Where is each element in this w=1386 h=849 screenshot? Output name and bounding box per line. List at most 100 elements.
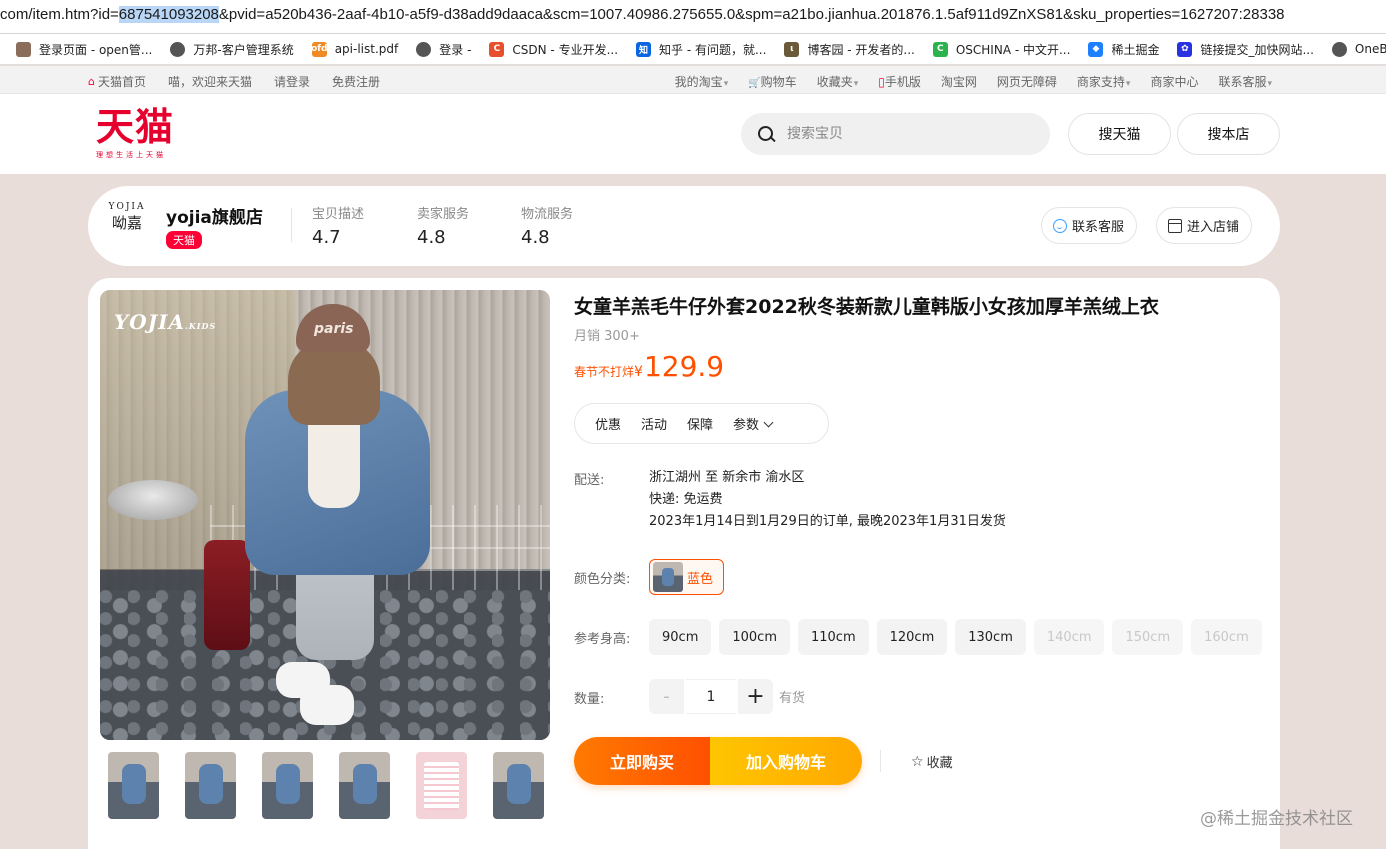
add-to-cart-button[interactable]: 加入购物车 xyxy=(710,737,862,785)
buy-now-button[interactable]: 立即购买 xyxy=(574,737,710,785)
shipping-note: 2023年1月14日到1月29日的订单, 最晚2023年1月31日发货 xyxy=(649,514,1006,529)
baidu-icon: ✿ xyxy=(1177,41,1193,57)
topnav-link[interactable]: 网页无障碍 xyxy=(997,73,1057,90)
product-main-image[interactable]: paris YOJIA.KIDS xyxy=(100,290,550,740)
thumbnail[interactable] xyxy=(416,752,467,819)
bookmark-label: OneBou xyxy=(1354,42,1386,56)
thumbnail[interactable] xyxy=(339,752,390,819)
bookmark-item[interactable]: 登录页面 - open管... xyxy=(16,41,152,58)
search-tmall-button[interactable]: 搜天猫 xyxy=(1068,113,1171,155)
search-icon xyxy=(757,125,775,143)
bookmark-item[interactable]: 登录 - xyxy=(416,41,471,58)
search-input[interactable] xyxy=(787,126,1007,142)
zhihu-icon: 知 xyxy=(636,41,652,57)
topnav-link[interactable]: 我的淘宝▾ xyxy=(675,73,729,90)
thumbnail[interactable] xyxy=(493,752,544,819)
price-value: 129.9 xyxy=(643,350,725,383)
bookmark-item[interactable]: ✿ 链接提交_加快网站... xyxy=(1177,41,1314,58)
topnav-link[interactable]: 商家中心 xyxy=(1150,73,1198,90)
thumbnail[interactable] xyxy=(262,752,313,819)
bookmark-item[interactable]: C CSDN - 专业开发... xyxy=(489,41,618,58)
bookmark-label: api-list.pdf xyxy=(334,42,399,56)
bookmark-item[interactable]: C OSCHINA - 中文开... xyxy=(932,41,1071,58)
bookmark-item[interactable]: ι 博客园 - 开发者的... xyxy=(784,41,915,58)
size-option: 160cm xyxy=(1191,619,1262,655)
shop-name[interactable]: yojia旗舰店 xyxy=(166,203,263,228)
topnav-link[interactable]: 淘宝网 xyxy=(941,73,977,90)
cap-text: paris xyxy=(314,321,354,337)
enter-shop-button[interactable]: 进入店铺 xyxy=(1156,207,1253,244)
bookmark-label: 登录 - xyxy=(439,42,472,57)
thumbnail[interactable] xyxy=(185,752,236,819)
price-promo: 春节不打烊 xyxy=(574,365,635,379)
bookmark-label: OSCHINA - 中文开... xyxy=(955,42,1071,57)
topnav-link[interactable]: 商家支持▾ xyxy=(1077,73,1131,90)
thumbnail[interactable] xyxy=(108,752,159,819)
size-option[interactable]: 110cm xyxy=(797,619,869,655)
topnav-link[interactable]: ▯手机版 xyxy=(878,73,921,90)
qty-label: 数量: xyxy=(574,692,605,707)
size-options: 90cm 100cm 110cm 120cm 130cm 140cm 150cm 160cm xyxy=(649,619,1262,655)
size-option[interactable]: 90cm xyxy=(649,619,712,655)
bookmark-label: CSDN - 专业开发... xyxy=(512,42,619,57)
site-header: 天猫 理想生活上天猫 搜天猫 搜本店 xyxy=(0,94,1386,174)
tab-activity[interactable]: 活动 xyxy=(641,414,667,433)
cart-icon: 🛒 xyxy=(748,78,761,89)
quantity-stepper: - 1 + 有货 xyxy=(649,679,805,714)
bookmark-label: 知乎 - 有问题，就... xyxy=(659,42,767,57)
qty-plus-button[interactable]: + xyxy=(738,679,773,714)
register-link[interactable]: 免费注册 xyxy=(332,73,380,90)
size-option: 140cm xyxy=(1033,619,1105,655)
shop-logo[interactable]: YOJIA 呦嘉 xyxy=(102,202,152,250)
color-option-blue[interactable]: 蓝色 xyxy=(649,559,725,595)
shop-info-card: YOJIA 呦嘉 yojia旗舰店 天猫 宝贝描述 4.7 卖家服务 4.8 物… xyxy=(88,186,1280,266)
tab-guarantee[interactable]: 保障 xyxy=(687,414,713,433)
caret-down-icon: ▾ xyxy=(1267,79,1272,89)
qty-minus-button[interactable]: - xyxy=(649,679,684,714)
url-text[interactable]: com/item.htm?id=687541093208&pvid=a520b4… xyxy=(0,6,1285,23)
image-brand-mark: YOJIA.KIDS xyxy=(114,310,217,334)
search-shop-button[interactable]: 搜本店 xyxy=(1177,113,1280,155)
bookmark-label: 博客园 - 开发者的... xyxy=(807,42,915,57)
size-option[interactable]: 100cm xyxy=(719,619,790,655)
bookmark-item[interactable]: 知知乎 - 有问题，就... xyxy=(636,41,766,58)
size-option[interactable]: 120cm xyxy=(876,619,948,655)
topnav-link[interactable]: 🛒购物车 xyxy=(748,73,796,90)
bookmark-item[interactable]: ofd api-list.pdf xyxy=(311,41,399,57)
size-label: 参考身高: xyxy=(574,632,631,647)
bookmark-item[interactable]: ◆ 稀土掘金 xyxy=(1088,41,1159,58)
tmall-logo[interactable]: 天猫 理想生活上天猫 xyxy=(96,106,188,160)
url-selected-id: 687541093208 xyxy=(118,6,219,23)
topnav-link[interactable]: 联系客服▾ xyxy=(1218,73,1272,90)
qty-input[interactable]: 1 xyxy=(686,679,736,714)
juejin-icon: ◆ xyxy=(1088,41,1104,57)
favorite-button[interactable]: ☆ 收藏 xyxy=(911,752,953,772)
avatar-icon xyxy=(16,41,31,57)
address-bar[interactable]: com/item.htm?id=687541093208&pvid=a520b4… xyxy=(0,0,1386,34)
ofd-icon: ofd xyxy=(311,41,327,57)
login-link[interactable]: 请登录 xyxy=(274,73,310,90)
topnav-link[interactable]: 收藏夹▾ xyxy=(817,73,859,90)
bookmark-label: 登录页面 - open管... xyxy=(39,42,153,57)
bookmark-item[interactable]: 万邦-客户管理系统 xyxy=(170,41,294,58)
search-box[interactable] xyxy=(741,113,1050,155)
bookmark-item[interactable]: OneBou xyxy=(1331,41,1386,57)
tmall-home-link[interactable]: ⌂ 天猫首页 xyxy=(88,73,146,90)
shipping-route[interactable]: 浙江湖州 至 新余市 渝水区 xyxy=(649,467,1006,489)
star-icon: ☆ xyxy=(911,753,924,770)
size-option[interactable]: 130cm xyxy=(955,619,1026,655)
shop-logo-cn: 呦嘉 xyxy=(111,214,142,232)
score-description: 宝贝描述 4.7 xyxy=(312,207,365,248)
divider xyxy=(291,208,292,242)
tab-params[interactable]: 参数 xyxy=(733,414,774,433)
oschina-icon: C xyxy=(932,41,948,57)
divider xyxy=(880,750,881,772)
bookmarks-bar: 登录页面 - open管... 万邦-客户管理系统 ofd api-list.pdf 登… xyxy=(0,34,1386,65)
caret-down-icon: ▾ xyxy=(723,79,729,89)
tab-discount[interactable]: 优惠 xyxy=(595,414,621,433)
thumbnail-strip xyxy=(108,752,544,819)
product-detail-card: paris YOJIA.KIDS 女童羊羔毛牛仔外套2022秋冬装新款儿童韩版小… xyxy=(88,278,1280,849)
price: 春节不打烊 ¥ 129.9 xyxy=(574,350,724,383)
csdn-icon: C xyxy=(489,41,505,57)
contact-service-button[interactable]: 联系客服 xyxy=(1041,207,1138,244)
